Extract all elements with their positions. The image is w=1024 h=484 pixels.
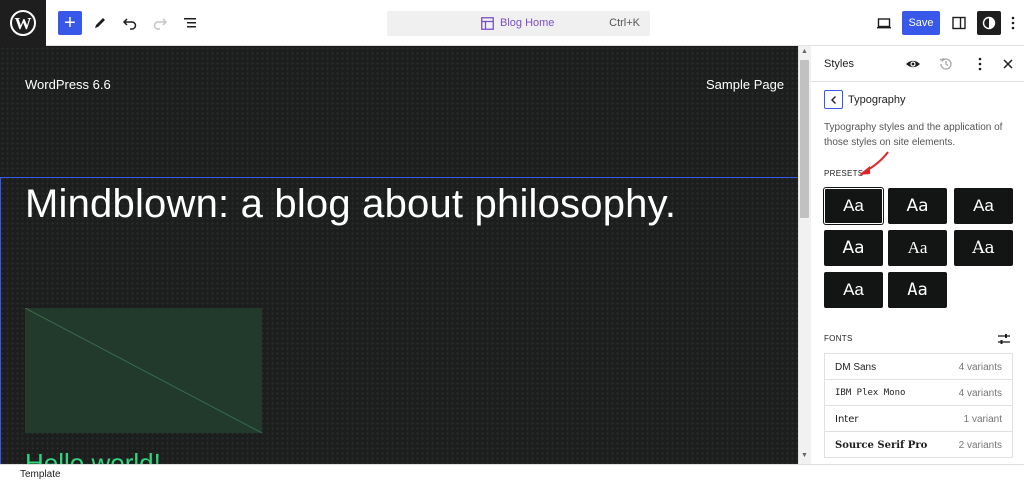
font-family-item[interactable]: Inter 1 variant bbox=[825, 406, 1012, 432]
navigation-link[interactable]: Sample Page bbox=[706, 77, 784, 92]
plus-icon: + bbox=[64, 12, 76, 34]
font-family-name: DM Sans bbox=[835, 362, 877, 373]
featured-image-placeholder[interactable] bbox=[24, 307, 263, 434]
placeholder-diagonal bbox=[24, 307, 263, 434]
site-title[interactable]: WordPress 6.6 bbox=[25, 77, 111, 92]
font-family-name: IBM Plex Mono bbox=[835, 388, 906, 398]
scrollbar-thumb[interactable] bbox=[800, 60, 809, 218]
back-button[interactable] bbox=[824, 90, 843, 109]
font-variant-count: 4 variants bbox=[958, 388, 1002, 399]
panel-title: Typography bbox=[848, 94, 906, 106]
editor-header: W + Blog Home Ctrl+K Save bbox=[0, 0, 1024, 46]
font-family-name: Inter bbox=[835, 414, 859, 425]
site-tagline-heading[interactable]: Mindblown: a blog about philosophy. bbox=[25, 182, 676, 227]
site-editor: W + Blog Home Ctrl+K Save WordPress 6.6 … bbox=[0, 0, 1024, 484]
redo-icon bbox=[153, 18, 168, 30]
layout-icon bbox=[481, 17, 494, 30]
fonts-heading: FONTS bbox=[824, 334, 853, 343]
typography-preset-option[interactable]: Aa bbox=[888, 272, 947, 308]
styles-sidebar: Styles Typography Typography styles and … bbox=[811, 46, 1024, 464]
font-family-item[interactable]: IBM Plex Mono 4 variants bbox=[825, 380, 1012, 406]
font-variant-count: 4 variants bbox=[958, 362, 1002, 373]
font-variant-count: 2 variants bbox=[958, 440, 1002, 451]
history-icon bbox=[939, 57, 952, 70]
typography-preset-option[interactable]: Aa bbox=[824, 272, 883, 308]
font-family-list: DM Sans 4 variants IBM Plex Mono 4 varia… bbox=[824, 353, 1013, 458]
wordpress-icon: W bbox=[10, 10, 36, 36]
undo-button[interactable] bbox=[118, 11, 142, 35]
font-family-item[interactable]: DM Sans 4 variants bbox=[825, 354, 1012, 380]
editor-canvas[interactable]: WordPress 6.6 Sample Page Mindblown: a b… bbox=[0, 46, 798, 464]
close-sidebar-button[interactable] bbox=[1000, 56, 1016, 72]
half-circle-icon bbox=[982, 16, 996, 30]
chevron-left-icon bbox=[830, 95, 836, 104]
close-icon bbox=[1003, 59, 1013, 69]
eye-icon bbox=[906, 60, 920, 68]
kebab-icon bbox=[978, 57, 982, 71]
typography-preset-option[interactable]: Aa bbox=[888, 230, 947, 266]
sidebar-icon bbox=[952, 16, 966, 30]
font-variant-count: 1 variant bbox=[963, 414, 1002, 425]
block-inserter-button[interactable]: + bbox=[58, 11, 82, 35]
sidebar-options-button[interactable] bbox=[972, 56, 988, 72]
styles-button[interactable] bbox=[977, 11, 1001, 35]
sidebar-title: Styles bbox=[824, 58, 854, 70]
preview-button[interactable] bbox=[872, 11, 896, 35]
typography-preset-option[interactable]: Aa bbox=[888, 188, 947, 224]
post-title[interactable]: Hello world! bbox=[25, 448, 161, 464]
manage-fonts-button[interactable] bbox=[996, 331, 1012, 347]
tools-button[interactable] bbox=[88, 11, 112, 35]
scroll-up-arrow-icon[interactable]: ▲ bbox=[801, 48, 808, 55]
sidebar-header: Styles bbox=[811, 46, 1024, 82]
settings-button[interactable] bbox=[947, 11, 971, 35]
style-book-button[interactable] bbox=[905, 56, 921, 72]
redo-button[interactable] bbox=[148, 11, 172, 35]
template-title: Blog Home bbox=[500, 17, 555, 29]
command-palette-bar[interactable]: Blog Home Ctrl+K bbox=[387, 11, 650, 36]
options-button[interactable] bbox=[1007, 11, 1019, 35]
editor-footer: Template bbox=[0, 464, 1024, 484]
sliders-icon bbox=[998, 334, 1010, 344]
typography-preset-option[interactable]: Aa bbox=[824, 230, 883, 266]
revisions-button[interactable] bbox=[938, 56, 954, 72]
font-family-item[interactable]: Source Serif Pro 2 variants bbox=[825, 432, 1012, 458]
font-family-name: Source Serif Pro bbox=[835, 440, 928, 451]
typography-preset-option[interactable]: Aa bbox=[824, 188, 883, 224]
typography-preset-option[interactable]: Aa bbox=[954, 230, 1013, 266]
keyboard-shortcut: Ctrl+K bbox=[609, 17, 640, 29]
undo-icon bbox=[122, 18, 137, 30]
annotation-arrow-icon bbox=[859, 151, 889, 175]
list-view-button[interactable] bbox=[178, 11, 202, 35]
block-breadcrumb[interactable]: Template bbox=[20, 469, 61, 480]
scroll-down-arrow-icon[interactable]: ▼ bbox=[801, 452, 808, 459]
kebab-icon bbox=[1011, 16, 1015, 30]
pen-icon bbox=[95, 18, 105, 28]
panel-description: Typography styles and the application of… bbox=[824, 122, 1003, 148]
list-view-icon bbox=[184, 18, 196, 28]
typography-preset-option[interactable]: Aa bbox=[954, 188, 1013, 224]
desktop-icon bbox=[877, 18, 891, 29]
save-button[interactable]: Save bbox=[902, 11, 940, 35]
wordpress-logo-button[interactable]: W bbox=[0, 0, 46, 46]
